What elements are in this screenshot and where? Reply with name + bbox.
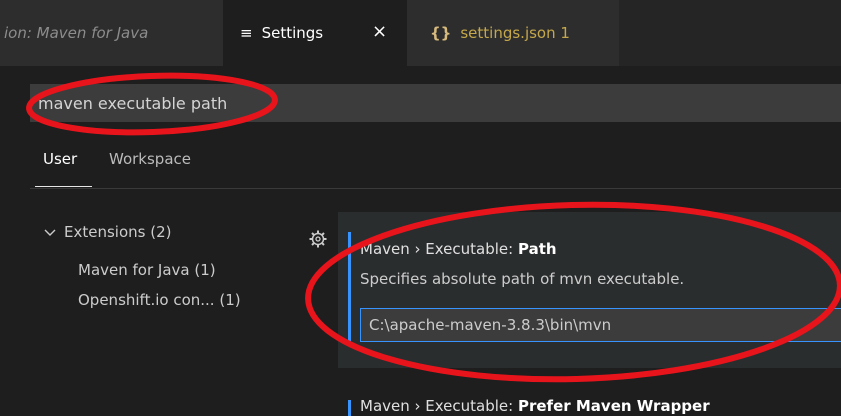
setting-executable-path: Maven › Executable: Path Specifies absol… (338, 212, 841, 368)
close-icon[interactable]: × (372, 21, 387, 42)
tab-extension-maven-for-java[interactable]: ion: Maven for Java (0, 0, 223, 66)
tab-user[interactable]: User (43, 150, 77, 168)
setting-category: Maven › Executable: (360, 397, 514, 415)
toc-item-maven-for-java[interactable]: Maven for Java (1) (78, 261, 216, 279)
tab-label: ion: Maven for Java (4, 24, 149, 42)
settings-list-icon: ≡ (240, 24, 253, 42)
tab-settings-json[interactable]: {} settings.json 1 (407, 0, 619, 66)
setting-category: Maven › Executable: (360, 240, 514, 258)
tab-label: Settings (261, 24, 324, 42)
setting-name: Prefer Maven Wrapper (517, 397, 710, 415)
setting-title: Maven › Executable: Path (360, 240, 557, 258)
divider (30, 188, 841, 189)
setting-description: Specifies absolute path of mvn executabl… (360, 270, 685, 288)
chevron-down-icon (44, 223, 56, 241)
json-braces-icon: {} (430, 24, 452, 42)
editor-tab-bar: ion: Maven for Java ≡ Settings × {} sett… (0, 0, 841, 66)
toc-label: Extensions (2) (64, 223, 172, 241)
tab-workspace[interactable]: Workspace (109, 150, 191, 168)
settings-search-input[interactable]: maven executable path (30, 84, 841, 122)
executable-path-input[interactable] (360, 308, 841, 342)
active-tab-underline (35, 186, 92, 187)
tab-settings[interactable]: ≡ Settings × (223, 0, 407, 66)
tab-label: settings.json 1 (460, 24, 570, 42)
setting-name: Path (517, 240, 557, 258)
focus-indicator (348, 232, 351, 342)
setting-prefer-maven-wrapper-title: Maven › Executable: Prefer Maven Wrapper (360, 397, 710, 415)
toc-item-openshift[interactable]: Openshift.io con... (1) (78, 291, 241, 309)
toc-item-extensions[interactable]: Extensions (2) (44, 223, 171, 241)
gear-icon[interactable] (309, 230, 327, 253)
search-value: maven executable path (38, 93, 228, 113)
setting-indicator (348, 400, 351, 416)
